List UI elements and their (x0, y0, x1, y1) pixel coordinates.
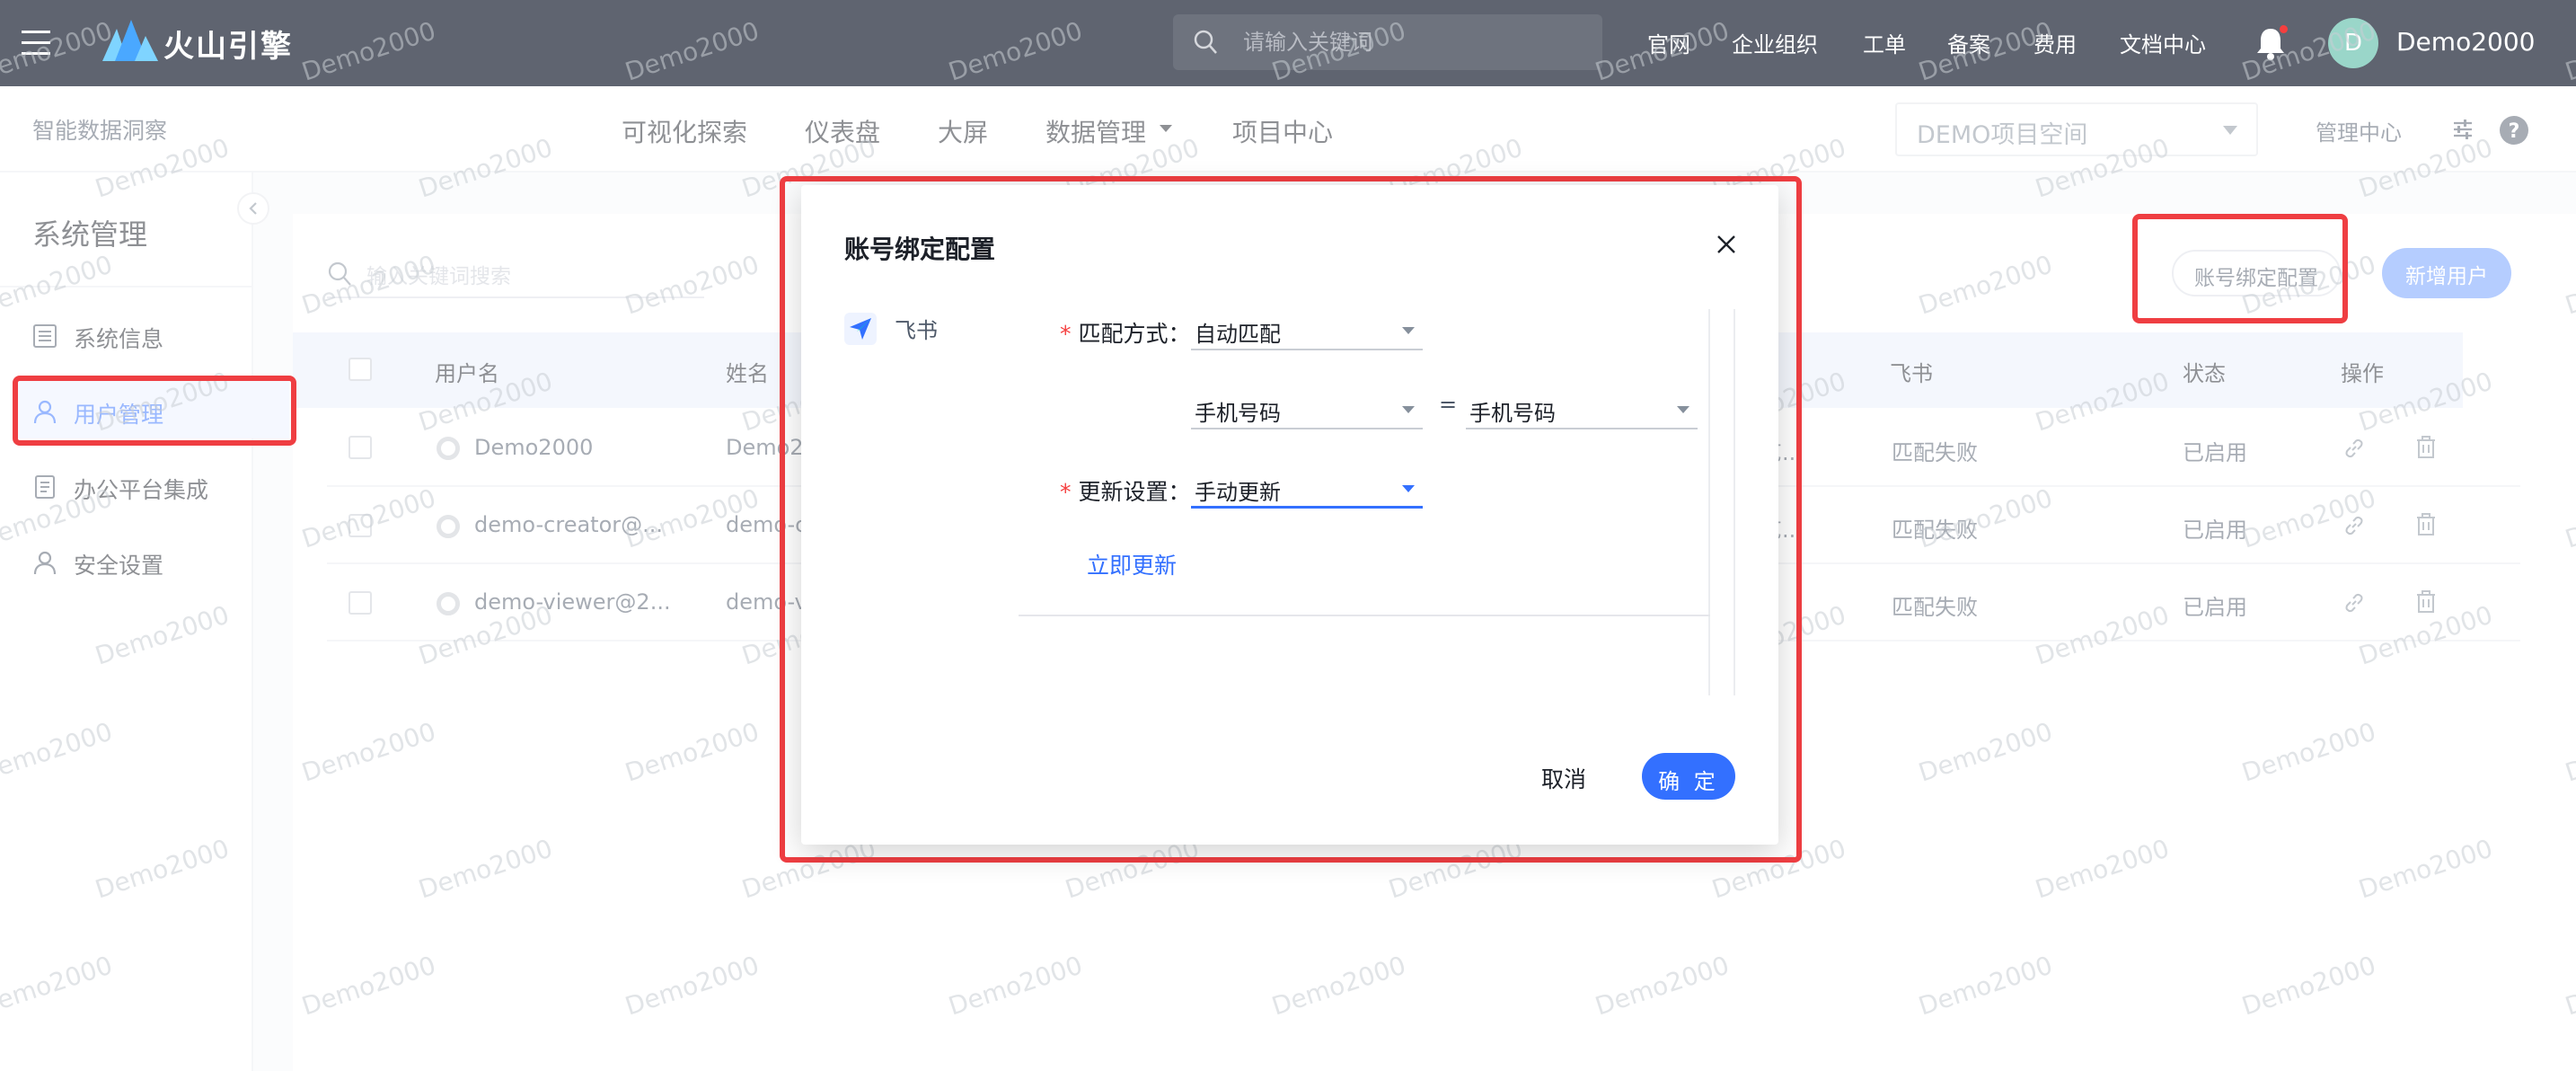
top-navigation-bar: 火山引擎 官网 企业组织 工单 备案 费用 文档中心 D Demo2000 (0, 0, 2576, 86)
notification-dot (2280, 25, 2288, 33)
user-avatar[interactable]: D (2328, 18, 2378, 68)
platform-label: 飞书 (895, 318, 938, 343)
username-label[interactable]: Demo2000 (2396, 27, 2535, 57)
nav-official-site[interactable]: 官网 (1647, 27, 1690, 58)
global-search-box[interactable] (1173, 14, 1602, 70)
update-settings-value: 手动更新 (1195, 480, 1281, 505)
target-field-select[interactable]: 手机号码 (1466, 388, 1698, 429)
chevron-down-icon (1402, 406, 1415, 413)
match-method-label: * 匹配方式： (1060, 321, 1191, 347)
chevron-down-icon (1402, 485, 1415, 492)
match-method-select[interactable]: 自动匹配 (1191, 309, 1423, 350)
update-settings-select[interactable]: 手动更新 (1191, 467, 1423, 509)
chevron-down-icon (1677, 406, 1689, 413)
config-divider (1019, 615, 1710, 616)
highlight-bind-config-button (2132, 214, 2348, 323)
equals-sign: = (1439, 392, 1458, 417)
update-settings-label: * 更新设置： (1060, 479, 1191, 505)
modal-title: 账号绑定配置 (844, 235, 996, 264)
source-field-select[interactable]: 手机号码 (1191, 388, 1423, 429)
global-search-input[interactable] (1243, 23, 1584, 61)
hamburger-menu-icon[interactable] (18, 25, 57, 61)
match-method-value: 自动匹配 (1195, 322, 1281, 347)
platform-item-feishu[interactable]: 飞书 (844, 311, 997, 350)
nav-filing[interactable]: 备案 (1947, 27, 1990, 58)
cancel-button[interactable]: 取消 (1541, 753, 1604, 796)
feishu-icon (844, 313, 877, 345)
account-binding-modal (801, 185, 1778, 845)
nav-enterprise-org[interactable]: 企业组织 (1732, 27, 1818, 58)
nav-docs-center[interactable]: 文档中心 (2120, 27, 2206, 58)
close-icon[interactable] (1714, 232, 1739, 257)
logo-text[interactable]: 火山引擎 (163, 22, 293, 66)
nav-tickets[interactable]: 工单 (1863, 27, 1906, 58)
chevron-down-icon (1402, 327, 1415, 334)
highlight-user-management (13, 376, 296, 446)
volcengine-logo-icon[interactable] (101, 16, 160, 65)
search-icon (1194, 30, 1217, 54)
confirm-button[interactable]: 确 定 (1642, 753, 1735, 800)
target-field-value: 手机号码 (1469, 401, 1556, 426)
button-label: 取消 (1541, 766, 1587, 792)
button-label: 确 定 (1658, 769, 1719, 794)
update-now-link[interactable]: 立即更新 (1087, 548, 1177, 580)
config-scrollbar[interactable] (1708, 309, 1735, 695)
source-field-value: 手机号码 (1195, 401, 1281, 426)
nav-billing[interactable]: 费用 (2033, 27, 2077, 58)
